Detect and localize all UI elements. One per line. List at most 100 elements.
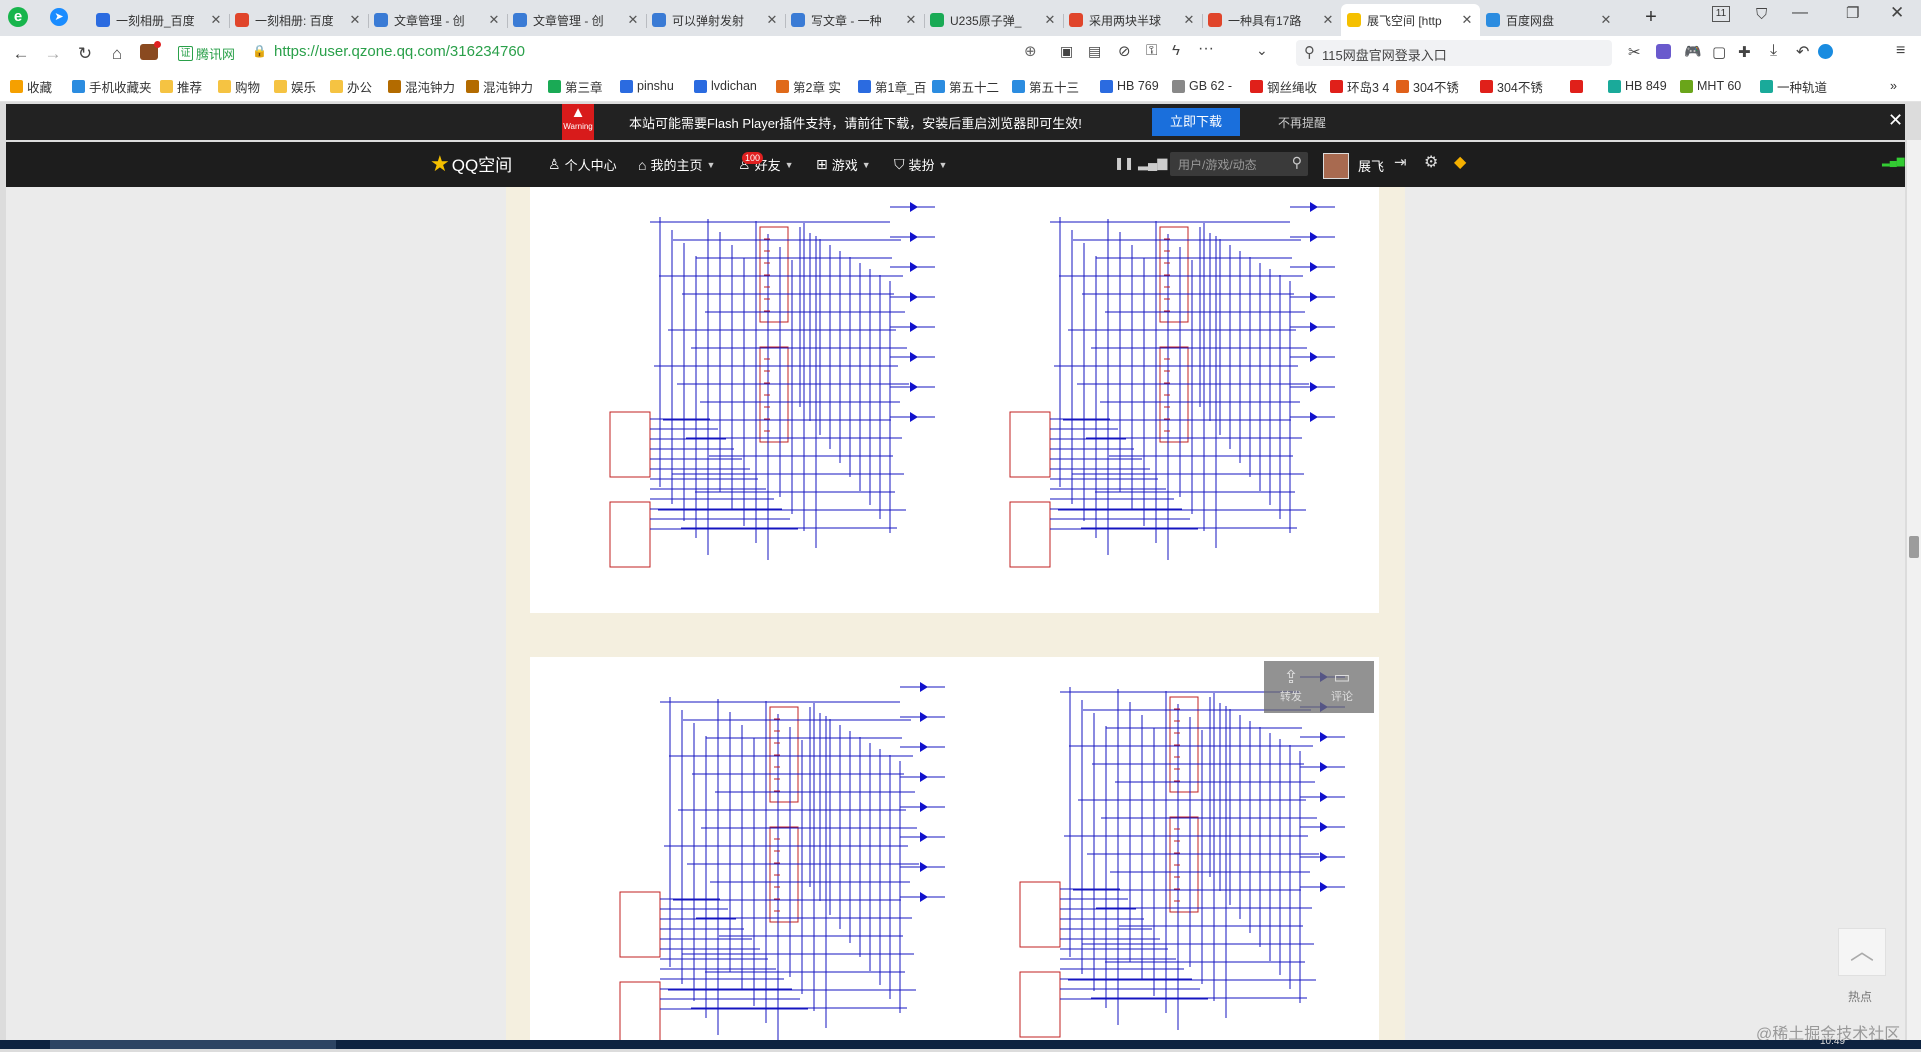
download-icon[interactable]: ⤓ [1770, 42, 1777, 60]
shirt-icon[interactable]: ⛉ [1756, 6, 1767, 23]
bookmark-item[interactable] [1570, 78, 1587, 94]
search-icon[interactable]: ⚲ [1292, 154, 1302, 171]
browser-tab[interactable]: 采用两块半球 ✕ [1063, 4, 1202, 36]
dismiss-link[interactable]: 不再提醒 [1278, 114, 1326, 131]
browser-tab[interactable]: 一种具有17路 ✕ [1202, 4, 1341, 36]
scrollbar[interactable] [1907, 140, 1921, 1049]
download-flash-button[interactable]: 立即下载 [1152, 108, 1240, 136]
browser-tab[interactable]: 百度网盘 ✕ [1480, 4, 1619, 36]
tab-close-icon[interactable]: ✕ [1043, 12, 1057, 28]
key-icon[interactable]: ⚿ [1146, 42, 1157, 59]
forward-icon[interactable]: → [42, 43, 64, 65]
bookmark-item[interactable]: 推荐 [160, 78, 202, 95]
tab-close-icon[interactable]: ✕ [348, 12, 362, 28]
qzone-nav-item[interactable]: ⛉ 装扮 ▼ [894, 155, 947, 174]
browser-tab[interactable]: U235原子弹_ ✕ [924, 4, 1063, 36]
bookmark-item[interactable]: 第五十三 [1012, 78, 1079, 95]
browser-tab[interactable]: 文章管理 - 创 ✕ [368, 4, 507, 36]
share-button[interactable]: ⇪ 转发 [1276, 667, 1306, 704]
reload-icon[interactable]: ↻ [74, 43, 96, 65]
signal-icon[interactable]: ▂▄▆ [1138, 155, 1167, 171]
tab-close-icon[interactable]: ✕ [209, 12, 223, 28]
chevron-down-icon[interactable]: ⌄ [1256, 42, 1268, 59]
circuit-image-1[interactable] [530, 187, 1379, 613]
tab-close-icon[interactable]: ✕ [487, 12, 501, 28]
ie-icon[interactable] [1818, 44, 1833, 59]
bookmark-item[interactable]: 购物 [218, 78, 260, 95]
browser-tab[interactable]: 一刻相册_百度 ✕ [90, 4, 229, 36]
bookmark-item[interactable]: lvdichan [694, 78, 757, 94]
scrollbar-thumb[interactable] [1909, 536, 1919, 558]
tab-close-icon[interactable]: ✕ [1460, 12, 1474, 28]
qzone-nav-item[interactable]: ♙ 个人中心 [548, 155, 617, 174]
close-icon[interactable]: ✕ [1888, 110, 1903, 131]
tab-count-badge[interactable]: 11 [1712, 6, 1730, 22]
more-icon[interactable]: ··· [1198, 40, 1214, 58]
bookmark-item[interactable]: 手机收藏夹 [72, 78, 152, 95]
image-icon[interactable]: ▣ [1060, 43, 1073, 60]
taskbar-app[interactable] [50, 1040, 336, 1049]
bookmark-item[interactable]: 收藏 [10, 78, 52, 95]
undo-icon[interactable]: ↶ [1796, 42, 1809, 62]
avatar[interactable] [1323, 153, 1349, 179]
address-bar[interactable]: 证 腾讯网 🔒 https://user.qzone.qq.com/316234… [176, 40, 1276, 66]
gamepad-icon[interactable]: 🎮 [1684, 43, 1701, 60]
diamond-icon[interactable]: ◆ [1454, 152, 1466, 172]
home-icon[interactable]: ⌂ [106, 43, 128, 65]
scissors-icon[interactable]: ✂ [1628, 43, 1641, 61]
qzone-search-input[interactable]: 用户/游戏/动态 ⚲ [1170, 152, 1308, 176]
bookmark-item[interactable]: 304不锈 [1396, 78, 1459, 95]
minimize-button[interactable]: — [1792, 4, 1808, 22]
browser-tab[interactable]: 可以弹射发射 ✕ [646, 4, 785, 36]
gallery-icon[interactable]: ▤ [1088, 43, 1101, 60]
gear-icon[interactable]: ⚙ [1424, 152, 1438, 172]
browser-tab[interactable]: 展飞空间 [http ✕ [1341, 4, 1480, 36]
bookmark-item[interactable]: 混沌钟力 [388, 78, 455, 95]
bookmark-item[interactable]: 娱乐 [274, 78, 316, 95]
qzone-logo[interactable]: ★ QQ空间 [430, 151, 512, 176]
lightning-icon[interactable]: ϟ [1172, 42, 1180, 59]
menu-icon[interactable]: ≡ [1896, 42, 1905, 60]
bookmark-item[interactable]: HB 849 [1608, 78, 1667, 94]
back-to-top-button[interactable]: ︿ [1838, 928, 1886, 976]
username[interactable]: 展飞 [1358, 156, 1384, 175]
qzone-nav-item[interactable]: ⌂ 我的主页 ▼ [638, 155, 715, 174]
window-icon[interactable]: ▢ [1712, 43, 1726, 61]
bookmark-item[interactable]: 第三章 [548, 78, 603, 95]
tab-close-icon[interactable]: ✕ [765, 12, 779, 28]
tab-close-icon[interactable]: ✕ [904, 12, 918, 28]
bookmark-item[interactable]: 钢丝绳收 [1250, 78, 1317, 95]
bookmark-item[interactable]: 第2章 实 [776, 78, 841, 95]
browser-logo-icon[interactable]: e [8, 7, 28, 27]
translate-icon[interactable] [1656, 44, 1671, 59]
bookmark-item[interactable]: 一种轨道 [1760, 78, 1827, 95]
hot-label[interactable]: 热点 [1848, 988, 1872, 1005]
browser-tab[interactable]: 写文章 - 一种 ✕ [785, 4, 924, 36]
browser-search-box[interactable]: ⚲ 115网盘官网登录入口 [1296, 40, 1612, 66]
bookmark-item[interactable]: GB 62 - [1172, 78, 1232, 94]
comment-button[interactable]: ▭ 评论 [1324, 667, 1360, 704]
bookmark-item[interactable]: pinshu [620, 78, 674, 94]
bookmark-item[interactable]: 304不锈 [1480, 78, 1543, 95]
new-tab-button[interactable]: + [1640, 5, 1662, 29]
bookmark-item[interactable]: 第五十二 [932, 78, 999, 95]
browser-tab[interactable]: 文章管理 - 创 ✕ [507, 4, 646, 36]
tab-close-icon[interactable]: ✕ [1321, 12, 1335, 28]
bookmark-item[interactable]: 第1章_百 [858, 78, 926, 95]
bookmark-item[interactable]: 环岛3 4 [1330, 78, 1389, 95]
close-window-button[interactable]: ✕ [1890, 3, 1904, 23]
send-icon[interactable]: ➤ [50, 8, 68, 26]
tab-close-icon[interactable]: ✕ [1599, 12, 1613, 28]
tab-close-icon[interactable]: ✕ [1182, 12, 1196, 28]
url-text[interactable]: https://user.qzone.qq.com/316234760 [274, 43, 525, 60]
back-icon[interactable]: ← [10, 43, 32, 65]
bookmark-item[interactable]: 办公 [330, 78, 372, 95]
bookmark-item[interactable]: MHT 60 [1680, 78, 1741, 94]
bookmark-item[interactable]: HB 769 [1100, 78, 1159, 94]
logout-icon[interactable]: ⇥ [1394, 153, 1407, 171]
extension-icon[interactable]: ✚ [1738, 43, 1751, 61]
restore-button[interactable]: ❐ [1846, 4, 1859, 22]
block-icon[interactable]: ⊘ [1118, 42, 1131, 60]
bookmark-item[interactable]: 混沌钟力 [466, 78, 533, 95]
qzone-nav-item[interactable]: ⊞ 游戏 ▼ [816, 155, 871, 174]
